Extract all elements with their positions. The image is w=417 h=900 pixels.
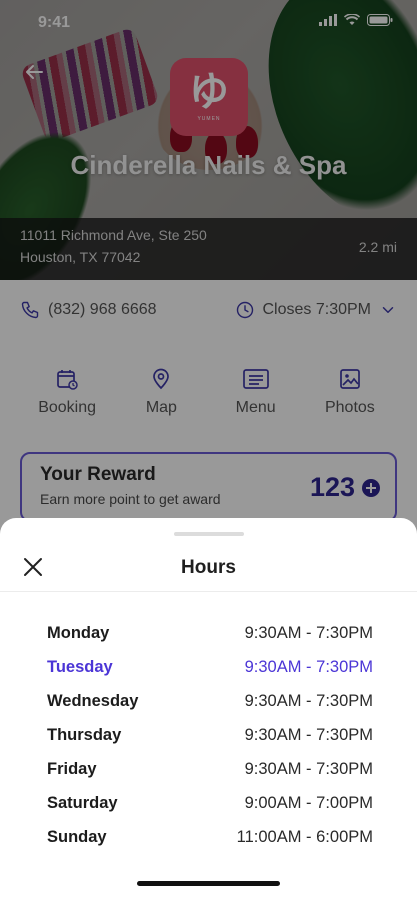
hours-row-sunday: Sunday 11:00AM - 6:00PM	[47, 820, 373, 854]
time-range: 9:00AM - 7:00PM	[244, 793, 373, 812]
day-label: Thursday	[47, 725, 122, 744]
sheet-grabber[interactable]	[174, 532, 244, 536]
hours-row-thursday: Thursday 9:30AM - 7:30PM	[47, 718, 373, 752]
day-label: Sunday	[47, 827, 107, 846]
hours-row-friday: Friday 9:30AM - 7:30PM	[47, 752, 373, 786]
hours-row-saturday: Saturday 9:00AM - 7:00PM	[47, 786, 373, 820]
time-range: 9:30AM - 7:30PM	[244, 657, 373, 676]
day-label: Tuesday	[47, 657, 113, 676]
day-label: Monday	[47, 623, 110, 642]
time-range: 9:30AM - 7:30PM	[244, 759, 373, 778]
hours-row-tuesday: Tuesday 9:30AM - 7:30PM	[47, 650, 373, 684]
time-range: 9:30AM - 7:30PM	[244, 725, 373, 744]
time-range: 11:00AM - 6:00PM	[236, 827, 373, 846]
time-range: 9:30AM - 7:30PM	[244, 623, 373, 642]
hours-row-monday: Monday 9:30AM - 7:30PM	[47, 616, 373, 650]
hours-list: Monday 9:30AM - 7:30PM Tuesday 9:30AM - …	[47, 616, 373, 854]
sheet-title: Hours	[181, 557, 236, 578]
home-indicator[interactable]	[137, 881, 280, 886]
day-label: Saturday	[47, 793, 118, 812]
day-label: Friday	[47, 759, 97, 778]
sheet-header: Hours	[0, 542, 417, 592]
hours-sheet: Hours Monday 9:30AM - 7:30PM Tuesday 9:3…	[0, 518, 417, 900]
day-label: Wednesday	[47, 691, 139, 710]
time-range: 9:30AM - 7:30PM	[244, 691, 373, 710]
hours-row-wednesday: Wednesday 9:30AM - 7:30PM	[47, 684, 373, 718]
